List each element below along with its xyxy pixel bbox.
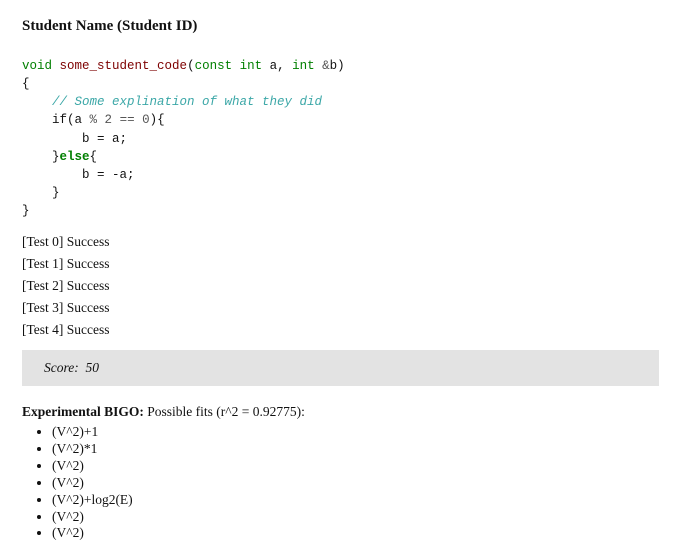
amp: & [315, 59, 330, 73]
test-result: Success [63, 256, 109, 271]
test-result: Success [63, 300, 109, 315]
bigo-fit-item: (V^2) [52, 475, 659, 492]
bigo-fit-item: (V^2) [52, 525, 659, 542]
param-a: a, [262, 59, 292, 73]
open-paren: ( [187, 59, 195, 73]
test-label: [Test 4] [22, 322, 63, 337]
kw-int: int [292, 59, 315, 73]
indent [22, 95, 52, 109]
bigo-fit-item: (V^2)*1 [52, 441, 659, 458]
else-post: { [90, 150, 98, 164]
brace-open: { [22, 77, 30, 91]
test-result: Success [63, 322, 109, 337]
bigo-fit-item: (V^2)+log2(E) [52, 492, 659, 509]
assign-1: b = a; [22, 132, 127, 146]
tests-container: [Test 0] Success[Test 1] Success[Test 2]… [22, 234, 659, 338]
code-comment: // Some explination of what they did [52, 95, 322, 109]
bigo-fit-item: (V^2)+1 [52, 424, 659, 441]
score-box: Score: 50 [22, 350, 659, 386]
test-result: Success [63, 234, 109, 249]
test-label: [Test 0] [22, 234, 63, 249]
if-tail: ){ [150, 113, 165, 127]
func-name: some_student_code [60, 59, 188, 73]
kw-const-int: const int [195, 59, 263, 73]
assign-2: b = -a; [22, 168, 135, 182]
test-result-line: [Test 4] Success [22, 322, 659, 338]
close-paren: ) [337, 59, 345, 73]
inner-close: } [22, 186, 60, 200]
if-mod: % [90, 113, 98, 127]
bigo-fit-item: (V^2) [52, 509, 659, 526]
test-label: [Test 2] [22, 278, 63, 293]
bigo-heading-bold: Experimental BIGO: [22, 404, 144, 419]
sp [135, 113, 143, 127]
test-label: [Test 1] [22, 256, 63, 271]
sp [112, 113, 120, 127]
brace-close: } [22, 204, 30, 218]
test-result-line: [Test 3] Success [22, 300, 659, 316]
if-pre: if(a [22, 113, 90, 127]
test-result: Success [63, 278, 109, 293]
test-result-line: [Test 2] Success [22, 278, 659, 294]
score-value: 50 [85, 360, 99, 375]
test-result-line: [Test 1] Success [22, 256, 659, 272]
kw-else: else [60, 150, 90, 164]
if-zero: 0 [142, 113, 150, 127]
bigo-heading-rest: Possible fits (r^2 = 0.92775): [144, 404, 305, 419]
else-pre: } [22, 150, 60, 164]
if-two: 2 [105, 113, 113, 127]
student-heading: Student Name (Student ID) [22, 18, 659, 35]
bigo-heading: Experimental BIGO: Possible fits (r^2 = … [22, 404, 659, 420]
code-block: void some_student_code(const int a, int … [22, 57, 659, 220]
bigo-list: (V^2)+1(V^2)*1(V^2)(V^2)(V^2)+log2(E)(V^… [22, 424, 659, 542]
test-label: [Test 3] [22, 300, 63, 315]
bigo-fit-item: (V^2) [52, 458, 659, 475]
test-result-line: [Test 0] Success [22, 234, 659, 250]
sp [97, 113, 105, 127]
if-eq: == [120, 113, 135, 127]
score-label: Score: [44, 360, 79, 375]
kw-void: void [22, 59, 52, 73]
